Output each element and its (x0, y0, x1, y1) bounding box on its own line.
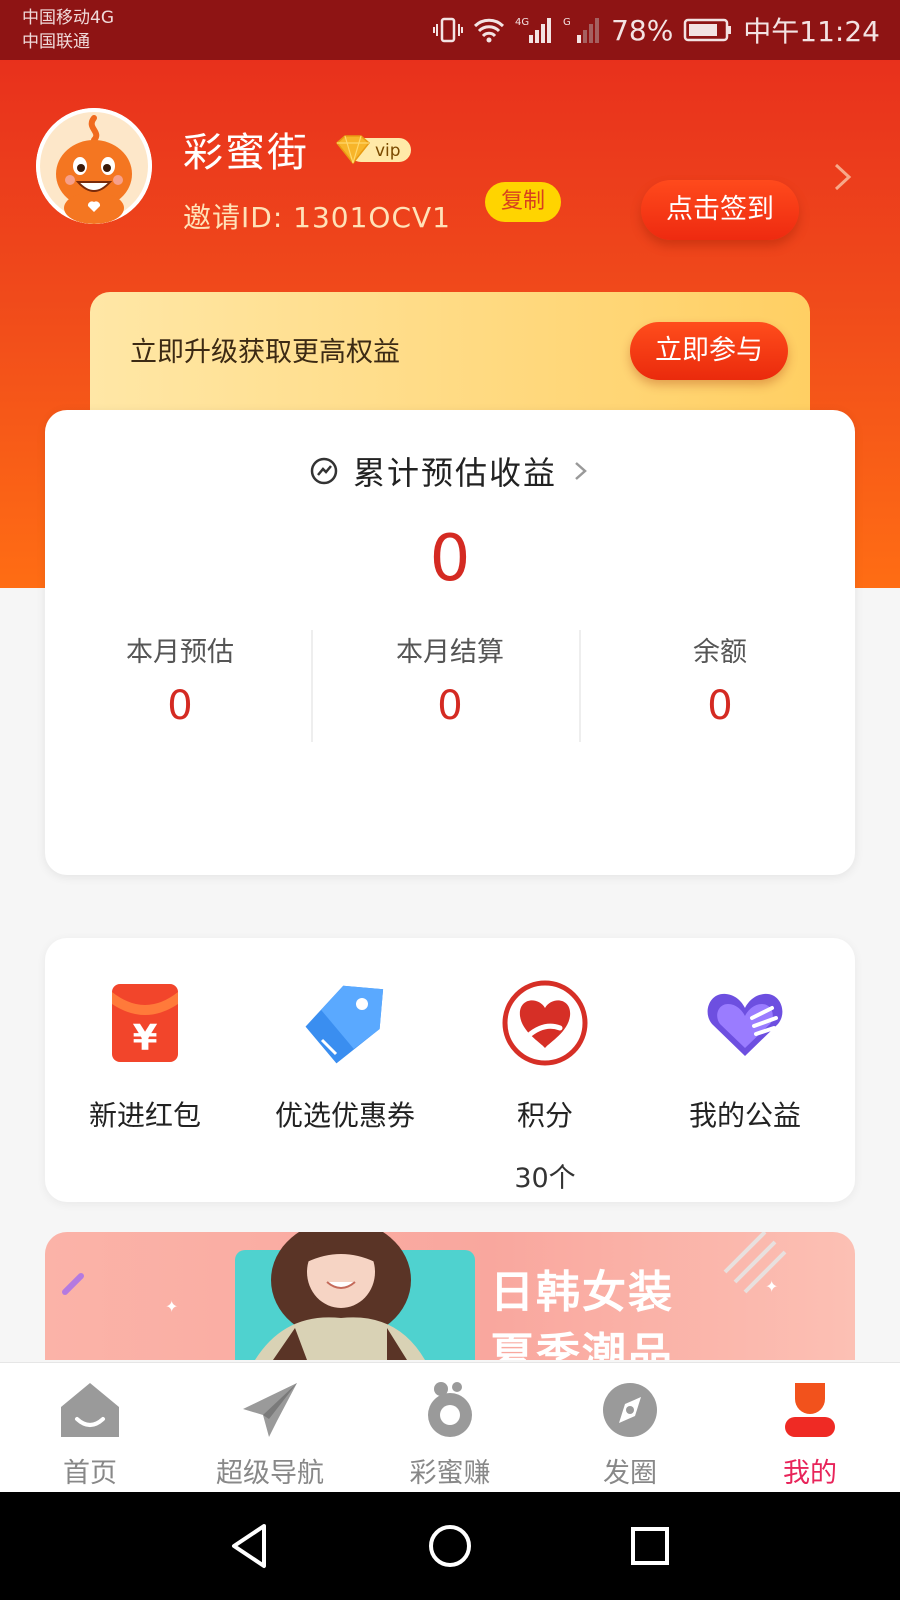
signin-button[interactable]: 点击签到 (641, 180, 799, 240)
earnings-title: 累计预估收益 (352, 454, 557, 492)
svg-text:4G: 4G (515, 17, 529, 28)
menu-label: 新进红包 (88, 1099, 201, 1132)
home-icon (61, 1383, 119, 1437)
promo-model-image: ✦ ✦ (62, 1232, 787, 1360)
svg-text:G: G (563, 17, 571, 28)
stat-value: 0 (437, 683, 463, 729)
vibrate-icon (433, 17, 464, 43)
profile-chevron-icon[interactable] (832, 162, 854, 192)
stat-label: 余额 (693, 637, 747, 668)
tab-label: 首页 (63, 1458, 117, 1489)
earnings-chevron-icon (575, 462, 587, 480)
battery-icon (684, 18, 732, 42)
wifi-icon (474, 18, 505, 43)
earnings-card: 累计预估收益 0 本月预估 0 本月结算 0 余额 0 (45, 410, 855, 875)
signal-4g-icon: 4G (515, 17, 552, 43)
stat-month-estimate[interactable]: 本月预估 0 (45, 630, 315, 729)
points-count: 30个 (514, 1163, 576, 1194)
status-icons: 4G G 78% 中午11:24 (433, 0, 880, 60)
invite-id: 邀请ID: 1301OCV1 (183, 201, 451, 234)
stat-divider (311, 630, 313, 742)
menu-label: 我的公益 (688, 1099, 801, 1132)
menu-card: ¥ 新进红包 优选优惠券 积分 30个 我的公益 (45, 938, 855, 1202)
bottom-tab-bar: 首页 超级导航 彩蜜赚 发圈 我的 (0, 1362, 900, 1493)
menu-item-red-envelope[interactable]: ¥ 新进红包 (45, 978, 245, 1134)
charity-hands-icon (707, 993, 783, 1056)
stat-divider (579, 630, 581, 742)
tab-label: 超级导航 (216, 1458, 324, 1489)
clock: 中午11:24 (743, 15, 880, 48)
signal-g-icon: G (563, 17, 600, 43)
upgrade-banner: 立即升级获取更高权益 立即参与 (90, 292, 810, 424)
home-button-icon[interactable] (420, 1516, 480, 1576)
menu-item-coupon[interactable]: 优选优惠券 (245, 978, 445, 1134)
copy-button[interactable]: 复制 (485, 182, 561, 222)
menu-item-points[interactable]: 积分 30个 (445, 978, 645, 1195)
back-icon[interactable] (220, 1516, 280, 1576)
earnings-title-row[interactable]: 累计预估收益 (45, 448, 855, 494)
status-bar: 中国移动4G 中国联通 4G G 78% 中午11:24 (0, 0, 900, 60)
vip-badge: vip (333, 133, 413, 167)
earnings-total: 0 (429, 522, 471, 596)
svg-text:✦: ✦ (765, 1277, 778, 1296)
menu-label: 积分 (516, 1099, 573, 1132)
promo-text-line2: 夏季潮品 (490, 1329, 674, 1360)
tab-label: 发圈 (603, 1458, 657, 1489)
avatar[interactable] (36, 108, 152, 224)
tab-home[interactable]: 首页 (0, 1379, 180, 1490)
earnings-chart-icon (310, 457, 338, 485)
svg-text:¥: ¥ (132, 1018, 157, 1059)
battery-percent: 78% (611, 13, 674, 47)
earn-icon (428, 1382, 472, 1437)
compass-icon (603, 1383, 657, 1437)
carrier-1: 中国移动4G (22, 8, 114, 28)
tab-label: 我的 (783, 1458, 837, 1489)
mascot-avatar-icon (36, 108, 152, 224)
red-envelope-icon: ¥ (112, 984, 178, 1062)
svg-text:✦: ✦ (165, 1297, 178, 1316)
recents-icon[interactable] (620, 1516, 680, 1576)
points-icon (502, 980, 588, 1066)
tab-moments[interactable]: 发圈 (540, 1379, 720, 1490)
stat-label: 本月结算 (396, 637, 504, 668)
carrier-info: 中国移动4G 中国联通 (22, 6, 114, 54)
promo-text-line1: 日韩女装 (490, 1267, 674, 1318)
carrier-2: 中国联通 (22, 32, 90, 52)
stat-month-settled[interactable]: 本月结算 0 (315, 630, 585, 729)
stat-label: 本月预估 (126, 637, 234, 668)
upgrade-text: 立即升级获取更高权益 (130, 337, 400, 368)
stat-balance[interactable]: 余额 0 (585, 630, 855, 729)
paper-plane-icon (243, 1383, 297, 1437)
join-now-button[interactable]: 立即参与 (630, 322, 788, 380)
menu-label: 优选优惠券 (274, 1099, 415, 1132)
coupon-tag-icon (305, 985, 384, 1064)
stat-value: 0 (707, 683, 733, 729)
tab-label: 彩蜜赚 (409, 1458, 491, 1489)
tab-mine[interactable]: 我的 (720, 1379, 900, 1490)
promo-banner[interactable]: ✦ ✦ 日韩女装 夏季潮品 (45, 1232, 855, 1360)
tab-super-nav[interactable]: 超级导航 (180, 1379, 360, 1490)
vip-label: vip (375, 141, 401, 161)
system-nav-bar (0, 1492, 900, 1600)
stat-value: 0 (167, 683, 193, 729)
username: 彩蜜街 (183, 130, 309, 176)
menu-item-charity[interactable]: 我的公益 (645, 978, 845, 1134)
tab-earn[interactable]: 彩蜜赚 (360, 1379, 540, 1490)
profile-icon (785, 1383, 835, 1437)
